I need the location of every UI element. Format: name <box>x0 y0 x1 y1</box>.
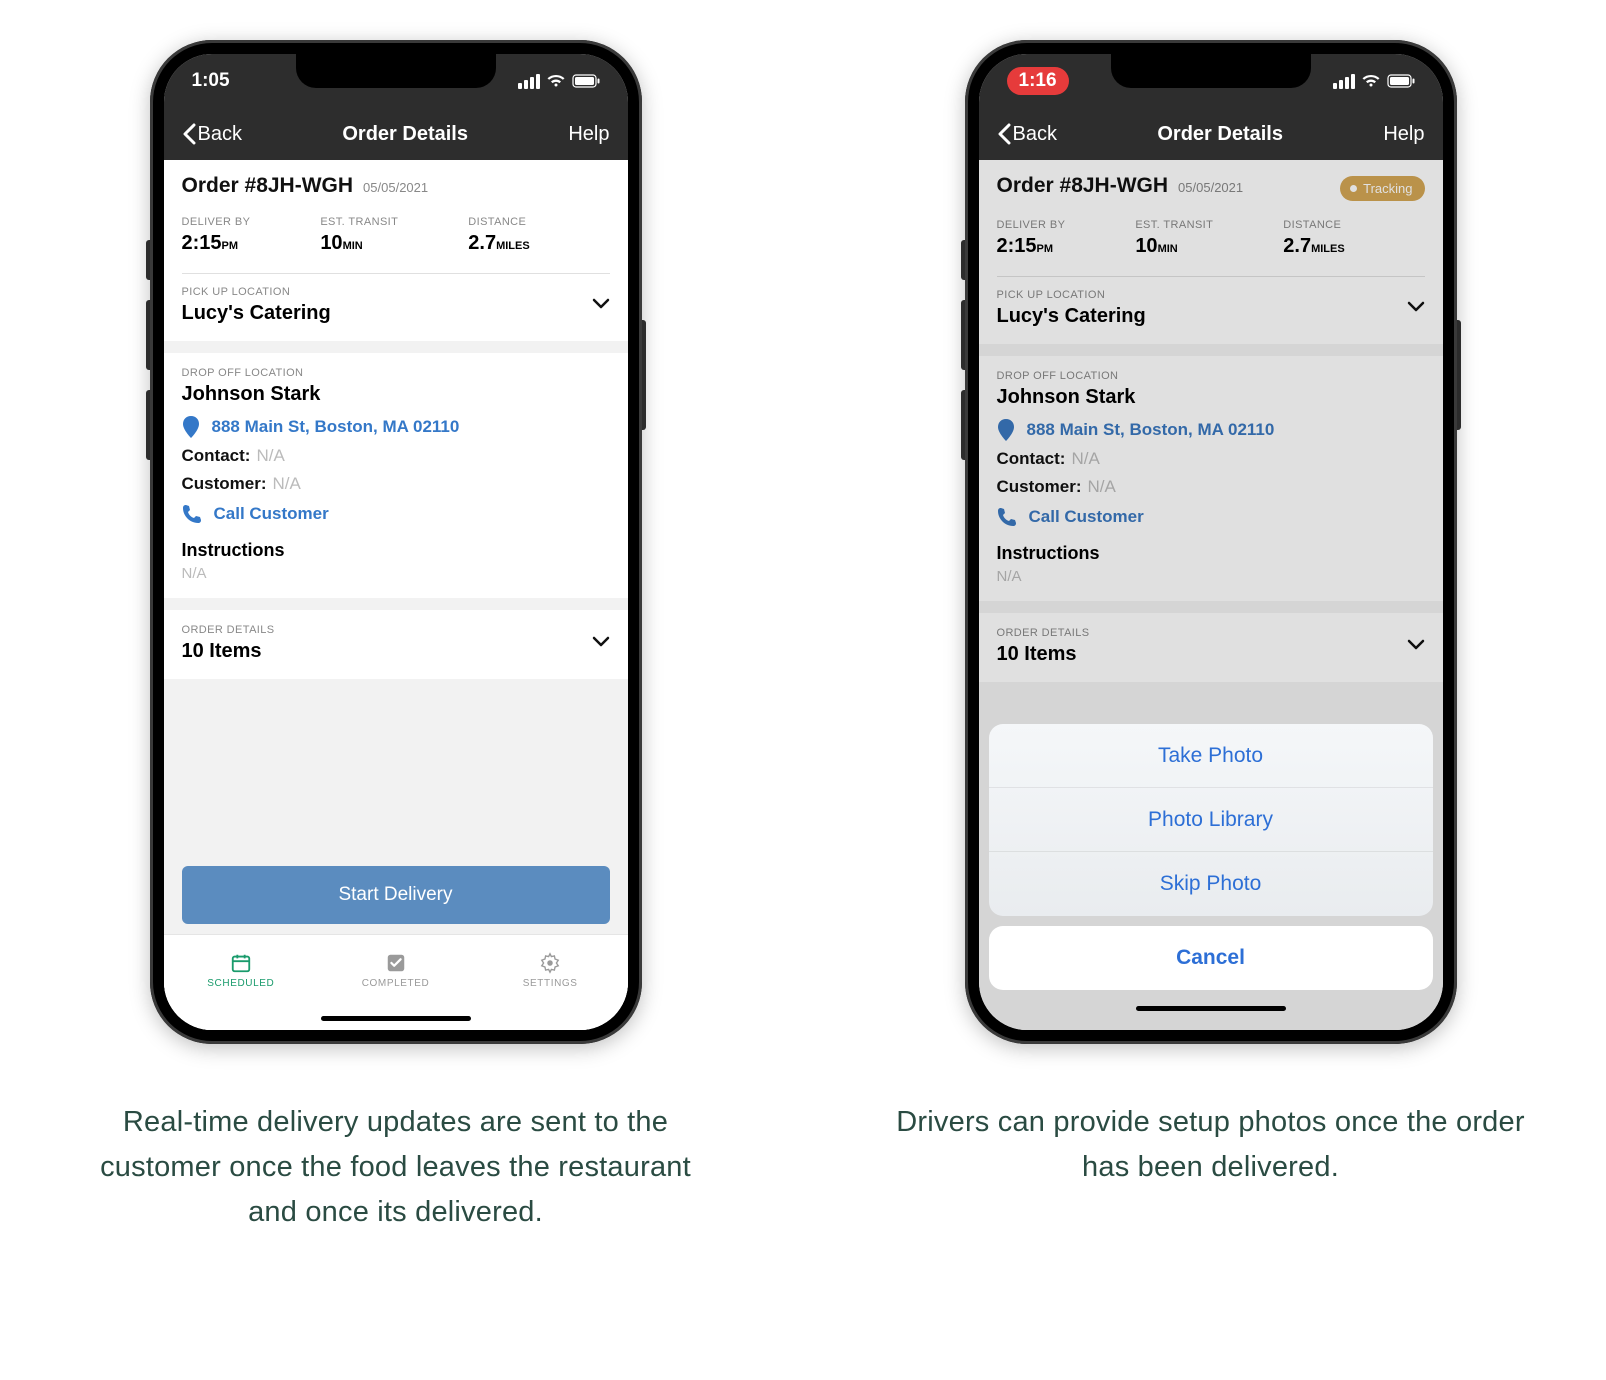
page-title: Order Details <box>342 123 468 146</box>
instructions-heading: Instructions <box>182 540 610 561</box>
battery-icon <box>1387 74 1415 88</box>
phone-mockup-left: 1:05 Back Order Details Help Order #8JH-… <box>150 40 642 1044</box>
chevron-down-icon[interactable] <box>592 297 610 315</box>
phone-notch <box>1111 54 1311 88</box>
signal-icon <box>518 74 540 89</box>
caption-right: Drivers can provide setup photos once th… <box>893 1100 1528 1190</box>
action-sheet: Take Photo Photo Library Skip Photo Canc… <box>979 54 1443 1030</box>
check-box-icon <box>385 952 407 974</box>
status-time: 1:16 <box>1007 67 1069 95</box>
order-details-row[interactable]: ORDER DETAILS 10 Items <box>182 624 610 663</box>
calendar-icon <box>230 952 252 974</box>
distance-metric: DISTANCE 2.7MILES <box>468 216 529 255</box>
wifi-icon <box>1361 74 1381 88</box>
pickup-row[interactable]: PICK UP LOCATION Lucy's Catering <box>182 286 610 325</box>
tab-settings[interactable]: SETTINGS <box>473 935 628 1006</box>
call-customer-link[interactable]: Call Customer <box>182 504 610 524</box>
chevron-down-icon[interactable] <box>592 635 610 653</box>
tab-bar: SCHEDULED COMPLETED SETTINGS <box>164 934 628 1006</box>
order-summary-card: Order #8JH-WGH 05/05/2021 DELIVER BY 2:1… <box>164 160 628 341</box>
nav-bar: Back Order Details Help <box>164 108 628 160</box>
pickup-name: Lucy's Catering <box>182 302 331 325</box>
tab-completed[interactable]: COMPLETED <box>318 935 473 1006</box>
signal-icon <box>1333 74 1355 89</box>
map-pin-icon <box>182 416 200 438</box>
help-button[interactable]: Help <box>568 123 609 146</box>
order-details-card: ORDER DETAILS 10 Items <box>164 610 628 679</box>
order-items-count: 10 Items <box>182 640 275 663</box>
order-date: 05/05/2021 <box>363 180 428 195</box>
back-button[interactable]: Back <box>182 123 242 146</box>
gear-icon <box>539 952 561 974</box>
dropoff-name: Johnson Stark <box>182 383 610 406</box>
chevron-left-icon <box>182 123 196 145</box>
phone-icon <box>182 504 202 524</box>
phone-notch <box>296 54 496 88</box>
instructions-value: N/A <box>182 565 610 582</box>
address-link[interactable]: 888 Main St, Boston, MA 02110 <box>182 416 610 438</box>
order-id: Order #8JH-WGH <box>182 174 354 198</box>
deliver-by-metric: DELIVER BY 2:15PM <box>182 216 251 255</box>
caption-left: Real-time delivery updates are sent to t… <box>78 1100 713 1235</box>
wifi-icon <box>546 74 566 88</box>
dropoff-card: DROP OFF LOCATION Johnson Stark 888 Main… <box>164 353 628 598</box>
home-indicator[interactable] <box>164 1006 628 1030</box>
tab-scheduled[interactable]: SCHEDULED <box>164 935 319 1006</box>
transit-metric: EST. TRANSIT 10MIN <box>320 216 398 255</box>
start-delivery-button[interactable]: Start Delivery <box>182 866 610 924</box>
status-time: 1:05 <box>192 70 230 92</box>
battery-icon <box>572 74 600 88</box>
phone-mockup-right: 1:16 Back Order Details Help Order #8JH-… <box>965 40 1457 1044</box>
